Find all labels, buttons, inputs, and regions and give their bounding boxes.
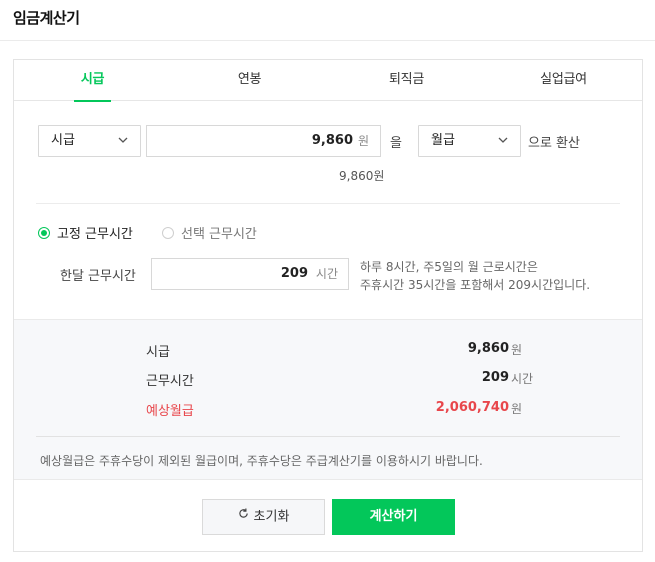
radio-selected-hours[interactable]: 선택 근무시간 (162, 223, 257, 242)
result-value: 2,060,740 (435, 400, 509, 415)
radio-label: 선택 근무시간 (181, 227, 257, 242)
radio-label: 고정 근무시간 (57, 227, 133, 242)
radio-fixed-hours[interactable]: 고정 근무시간 (38, 223, 133, 242)
to-unit-select[interactable]: 월급 (418, 125, 521, 157)
salary-notice: 예상월급은 주휴수당이 제외된 월급이며, 주휴수당은 주급계산기를 이용하시기… (40, 454, 483, 468)
from-unit-value: 시급 (51, 133, 75, 148)
tab-label: 연봉 (237, 72, 262, 87)
result-label: 예상월급 (146, 404, 194, 419)
help-line: 주휴시간 35시간을 포함해서 209시간입니다. (360, 278, 591, 292)
chevron-down-icon (118, 135, 128, 145)
amount-unit: 원 (357, 134, 369, 148)
result-unit: 원 (511, 402, 523, 416)
section-divider (36, 203, 620, 204)
result-unit: 원 (511, 343, 523, 357)
result-value: 209 (481, 370, 509, 385)
result-label: 시급 (146, 345, 170, 360)
help-line: 하루 8시간, 주5일의 월 근로시간은 (360, 260, 538, 274)
hours-help-text: 하루 8시간, 주5일의 월 근로시간은 주휴시간 35시간을 포함해서 209… (360, 258, 590, 294)
hours-value: 209 (280, 266, 308, 281)
amount-input[interactable]: 9,860 원 (146, 125, 381, 157)
object-particle: 을 (390, 136, 402, 151)
tab-hourly[interactable]: 시급 (14, 60, 171, 102)
tab-label: 시급 (80, 72, 105, 87)
amount-value: 9,860 (311, 133, 353, 148)
tab-label: 퇴직금 (389, 72, 424, 87)
tab-annual[interactable]: 연봉 (171, 60, 328, 101)
calculator-card: 시급 연봉 퇴직금 실업급여 시급 9,860 원 을 월급 으로 환산 9,8… (13, 59, 643, 552)
tab-label: 실업급여 (540, 72, 587, 87)
amount-preview: 9,860원 (339, 169, 385, 183)
active-tab-underline (74, 100, 111, 102)
reset-label: 초기화 (253, 509, 290, 525)
result-row-expected-salary: 예상월급 2,060,740 원 (14, 400, 642, 420)
radio-dot (38, 226, 50, 239)
refresh-icon (238, 499, 249, 533)
conversion-suffix: 으로 환산 (528, 136, 580, 151)
result-row-hours: 근무시간 209 시간 (14, 370, 642, 390)
monthly-hours-input[interactable]: 209 시간 (151, 258, 349, 290)
tab-unemployment[interactable]: 실업급여 (485, 60, 642, 101)
monthly-hours-label: 한달 근무시간 (60, 269, 136, 284)
header-divider (0, 40, 655, 41)
tab-bar: 시급 연봉 퇴직금 실업급여 (14, 60, 642, 102)
chevron-down-icon (498, 135, 508, 145)
button-bar: 초기화 계산하기 (14, 479, 642, 551)
result-divider (36, 436, 620, 437)
hours-unit: 시간 (315, 267, 338, 281)
to-unit-value: 월급 (431, 133, 455, 148)
result-row-hourly: 시급 9,860 원 (14, 341, 642, 361)
calculate-button[interactable]: 계산하기 (332, 499, 455, 535)
tab-severance[interactable]: 퇴직금 (328, 60, 485, 101)
reset-button[interactable]: 초기화 (202, 499, 325, 535)
result-label: 근무시간 (146, 374, 194, 389)
page-title: 임금계산기 (13, 9, 80, 27)
from-unit-select[interactable]: 시급 (38, 125, 141, 157)
result-unit: 시간 (511, 372, 534, 386)
radio-dot (162, 226, 174, 239)
calculate-label: 계산하기 (369, 509, 418, 524)
result-panel: 시급 9,860 원 근무시간 209 시간 예상월급 2,060,740 원 … (14, 319, 642, 479)
result-value: 9,860 (467, 341, 509, 356)
